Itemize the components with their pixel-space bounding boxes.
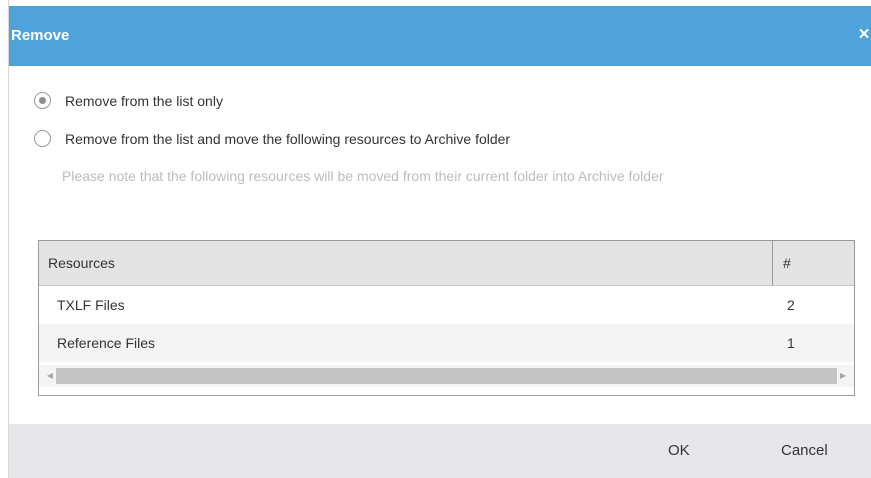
column-header-resources[interactable]: Resources [48, 241, 115, 286]
option-move-to-archive-label: Remove from the list and move the follow… [65, 130, 511, 147]
dialog-titlebar: Remove × [9, 6, 871, 66]
remove-dialog: Remove × Remove from the list only Remov… [8, 0, 871, 478]
resource-name-cell: TXLF Files [57, 297, 125, 313]
radio-remove-from-list[interactable] [34, 92, 51, 109]
scroll-left-icon[interactable]: ◀ [43, 365, 57, 387]
close-icon[interactable]: × [856, 24, 871, 46]
resource-count-cell: 2 [787, 297, 795, 313]
ok-button[interactable]: OK [668, 442, 690, 459]
cancel-button[interactable]: Cancel [781, 442, 828, 459]
dialog-title: Remove [11, 27, 70, 44]
option-remove-from-list[interactable]: Remove from the list only [34, 92, 223, 109]
scrollbar-thumb[interactable] [56, 368, 837, 384]
table-row[interactable]: Reference Files 1 [39, 324, 854, 362]
scroll-right-icon[interactable]: ▶ [836, 365, 850, 387]
option-move-to-archive[interactable]: Remove from the list and move the follow… [34, 130, 510, 147]
dialog-footer: OK Cancel [9, 424, 871, 478]
resource-name-cell: Reference Files [57, 335, 156, 351]
archive-note: Please note that the following resources… [62, 168, 664, 184]
column-header-count[interactable]: # [783, 241, 791, 286]
resources-table: Resources # TXLF Files 2 Reference Files… [38, 240, 855, 396]
resource-count-cell: 1 [787, 335, 795, 351]
horizontal-scrollbar[interactable]: ◀ ▶ [39, 365, 854, 387]
table-row[interactable]: TXLF Files 2 [39, 286, 854, 324]
option-remove-from-list-label: Remove from the list only [65, 92, 223, 109]
column-divider[interactable] [772, 241, 773, 286]
radio-move-to-archive[interactable] [34, 130, 51, 147]
table-header: Resources # [39, 241, 854, 286]
